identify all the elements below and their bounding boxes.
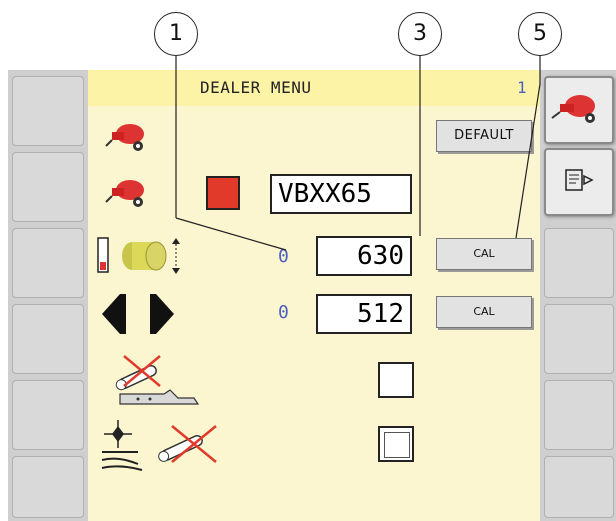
right-softkey-6[interactable] — [544, 456, 614, 518]
checkbox-inner-frame — [384, 432, 410, 458]
net-disabled-icon — [101, 420, 217, 471]
knife-checkbox[interactable] — [378, 362, 414, 398]
left-softkey-6[interactable] — [12, 456, 84, 518]
density-value-field[interactable]: 512 — [316, 294, 412, 334]
density-cal-button[interactable]: CAL — [436, 296, 532, 328]
right-softkey-4[interactable] — [544, 304, 614, 374]
right-softkey-5[interactable] — [544, 380, 614, 450]
callout-3: 3 — [398, 12, 442, 56]
density-zero-value: 0 — [278, 302, 289, 323]
callout-1: 1 — [154, 12, 198, 56]
net-checkbox[interactable] — [378, 426, 414, 462]
left-softkey-4[interactable] — [12, 304, 84, 374]
knife-disabled-icon — [115, 355, 200, 405]
left-softkey-5[interactable] — [12, 380, 84, 450]
callout-5: 5 — [518, 12, 562, 56]
